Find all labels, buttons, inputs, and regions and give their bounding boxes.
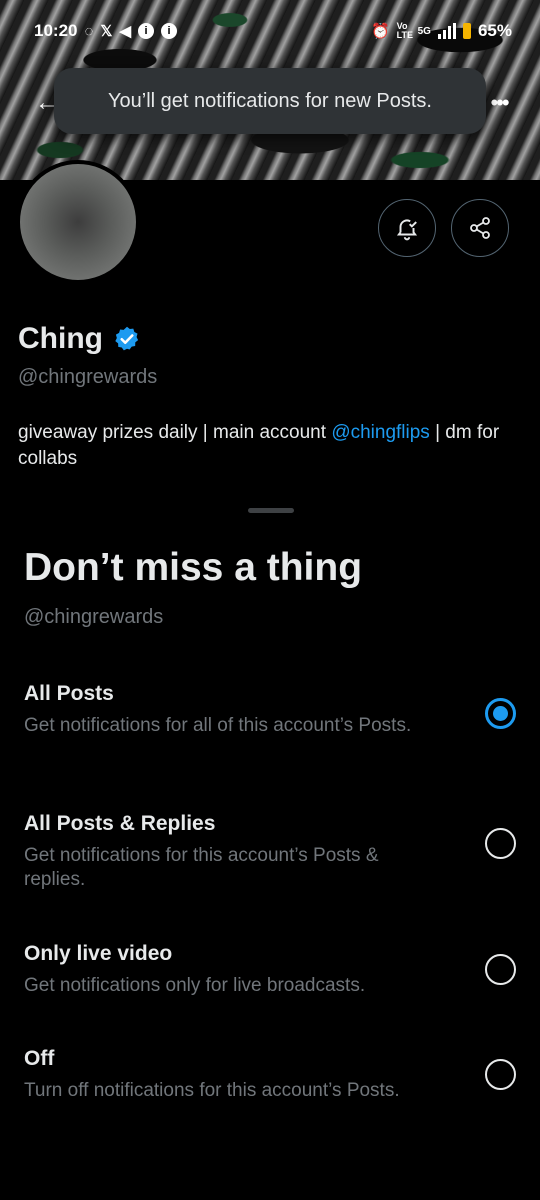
radio-off[interactable] [485,1059,516,1090]
whatsapp-icon: ◌ [84,22,94,40]
sheet-grabber[interactable] [248,508,294,513]
avatar[interactable] [16,160,140,284]
radio-selected-dot [493,706,508,721]
option-title: Off [24,1047,55,1070]
telegram-icon: ◀ [119,23,132,40]
status-left: 10:20 ◌ 𝕏 ◀ i i [34,21,178,41]
volte-icon: Vo LTE [396,21,413,40]
option-off[interactable]: Off Turn off notifications for this acco… [0,1047,540,1117]
profile-bio: giveaway prizes daily | main account @ch… [18,420,518,472]
option-all-posts-replies[interactable]: All Posts & Replies Get notifications fo… [0,812,540,902]
sheet-title: Don’t miss a thing [24,546,363,589]
option-description: Get notifications for this account’s Pos… [24,845,379,890]
radio-all-posts-replies[interactable] [485,828,516,859]
profile-handle: @chingrewards [18,366,158,388]
battery-icon [462,23,471,39]
bio-text-prefix: giveaway prizes daily | main account [18,422,332,443]
option-title: All Posts & Replies [24,812,216,835]
notification-toast: You’ll get notifications for new Posts. [54,68,486,134]
option-description: Turn off notifications for this account’… [24,1080,400,1101]
x-icon: 𝕏 [100,23,113,40]
profile-name-row: Ching [18,322,141,356]
option-all-posts[interactable]: All Posts Get notifications for all of t… [0,682,540,772]
verified-badge-icon[interactable] [113,325,141,353]
more-dots-icon: ••• [490,90,509,115]
signal-icon [437,23,456,39]
5g-icon: 5G [417,25,431,37]
share-button[interactable] [451,199,509,257]
option-title: Only live video [24,942,173,965]
alarm-icon: ⏰ [370,23,390,40]
radio-only-live-video[interactable] [485,954,516,985]
info-icon: i [138,23,155,39]
status-time: 10:20 [34,21,78,40]
status-right: ⏰ Vo LTE 5G 65% [371,21,512,41]
status-bar: 10:20 ◌ 𝕏 ◀ i i ⏰ Vo LTE 5G 65% [0,14,540,48]
notifications-button[interactable] [378,199,436,257]
toast-message: You’ll get notifications for new Posts. [108,89,432,112]
bio-mention-link[interactable]: @chingflips [331,422,430,443]
option-only-live-video[interactable]: Only live video Get notifications only f… [0,942,540,1012]
option-title: All Posts [24,682,114,705]
battery-percent: 65% [477,21,512,40]
info-icon: i [161,23,178,39]
option-description: Get notifications for all of this accoun… [24,715,412,736]
more-options-button[interactable]: ••• [484,88,514,118]
option-description: Get notifications only for live broadcas… [24,975,366,996]
sheet-handle: @chingrewards [24,606,164,628]
share-icon [470,217,490,239]
bell-check-icon [396,219,418,241]
display-name: Ching [18,322,103,355]
notification-settings-sheet: Don’t miss a thing @chingrewards All Pos… [0,490,540,1200]
radio-all-posts[interactable] [485,698,516,729]
